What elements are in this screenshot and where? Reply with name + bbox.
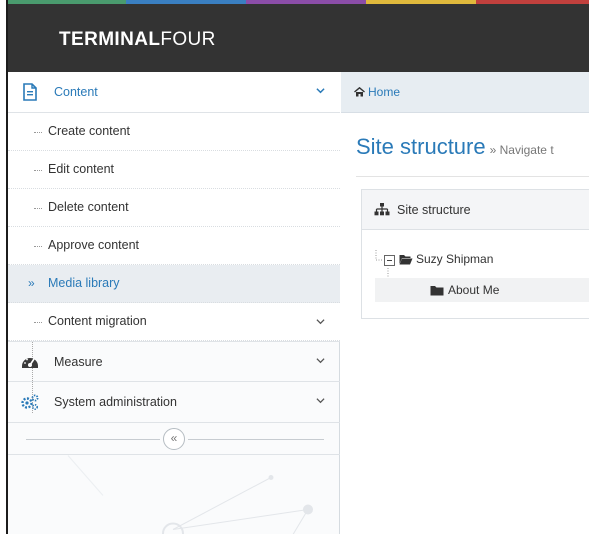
sidebar-item-label: Edit content: [48, 162, 115, 176]
brand-stripe: [366, 0, 476, 4]
divider: [356, 176, 589, 177]
chevron-down-icon: [316, 398, 325, 404]
breadcrumb: Home: [341, 72, 589, 113]
sidebar-section-system-administration[interactable]: System administration: [8, 382, 340, 423]
site-structure-panel: Site structure Suzy Shipman About Me: [361, 189, 589, 319]
brand-stripe: [126, 0, 246, 4]
sidebar-item-media-library[interactable]: » Media library: [8, 265, 340, 303]
brand-stripe: [476, 0, 589, 4]
chevron-down-icon: [316, 319, 325, 325]
terminalfour-logo[interactable]: TERMINALFOUR: [59, 29, 216, 51]
sidebar-section-content[interactable]: Content: [8, 72, 340, 113]
selected-marker: »: [28, 276, 35, 290]
chevron-down-icon: [316, 88, 325, 94]
breadcrumb-home-link[interactable]: Home: [354, 85, 400, 99]
divider: [188, 439, 324, 440]
sidebar-item-approve-content[interactable]: Approve content: [8, 227, 340, 265]
sidebar-item-label: Delete content: [48, 200, 129, 214]
app-frame: TERMINALFOUR Content Create content Edit…: [6, 0, 589, 534]
dashboard-icon: [22, 358, 38, 368]
sidebar-item-content-migration[interactable]: Content migration: [8, 303, 340, 341]
top-bar: TERMINALFOUR: [8, 0, 589, 72]
document-icon: [23, 83, 37, 101]
panel-title: Site structure: [397, 203, 471, 217]
sidebar-item-delete-content[interactable]: Delete content: [8, 189, 340, 227]
chevron-down-icon: [316, 358, 325, 364]
tree-node-label: Suzy Shipman: [416, 252, 494, 266]
tree-node-label: About Me: [448, 283, 500, 297]
panel-header: Site structure: [362, 190, 589, 230]
divider: [26, 439, 160, 440]
sidebar-item-create-content[interactable]: Create content: [8, 113, 340, 151]
sidebar-section-label: Content: [54, 85, 98, 99]
gears-icon: [21, 394, 39, 411]
sidebar-item-label: Approve content: [48, 238, 140, 252]
decorative-network-graphic: [67, 455, 313, 534]
folder-icon: [430, 286, 444, 296]
sidebar-item-label: Media library: [48, 276, 120, 290]
sidebar-item-label: Create content: [48, 124, 130, 138]
sidebar-section-label: Measure: [54, 355, 103, 369]
main-content: Home Site structure» Navigate t Site str…: [341, 72, 589, 534]
tree-node-about-me[interactable]: About Me: [375, 278, 589, 302]
home-icon: [354, 87, 365, 97]
brand-stripe: [8, 0, 126, 4]
page-subtitle: » Navigate t: [489, 143, 554, 157]
page-title: Site structure» Navigate t: [356, 134, 554, 159]
sidebar-collapse-row: «: [8, 423, 340, 455]
sidebar: Content Create content Edit content Dele…: [8, 72, 340, 534]
collapse-sidebar-button[interactable]: «: [163, 428, 185, 450]
brand-stripe: [246, 0, 366, 4]
sidebar-item-label: Content migration: [48, 314, 147, 328]
sidebar-section-label: System administration: [54, 395, 177, 409]
breadcrumb-home-label: Home: [368, 85, 401, 99]
collapse-node-toggle[interactable]: [384, 255, 395, 266]
sidebar-section-measure[interactable]: Measure: [8, 341, 340, 382]
sidebar-item-edit-content[interactable]: Edit content: [8, 151, 340, 189]
sitemap-icon: [374, 203, 390, 216]
folder-open-icon: [399, 255, 413, 265]
